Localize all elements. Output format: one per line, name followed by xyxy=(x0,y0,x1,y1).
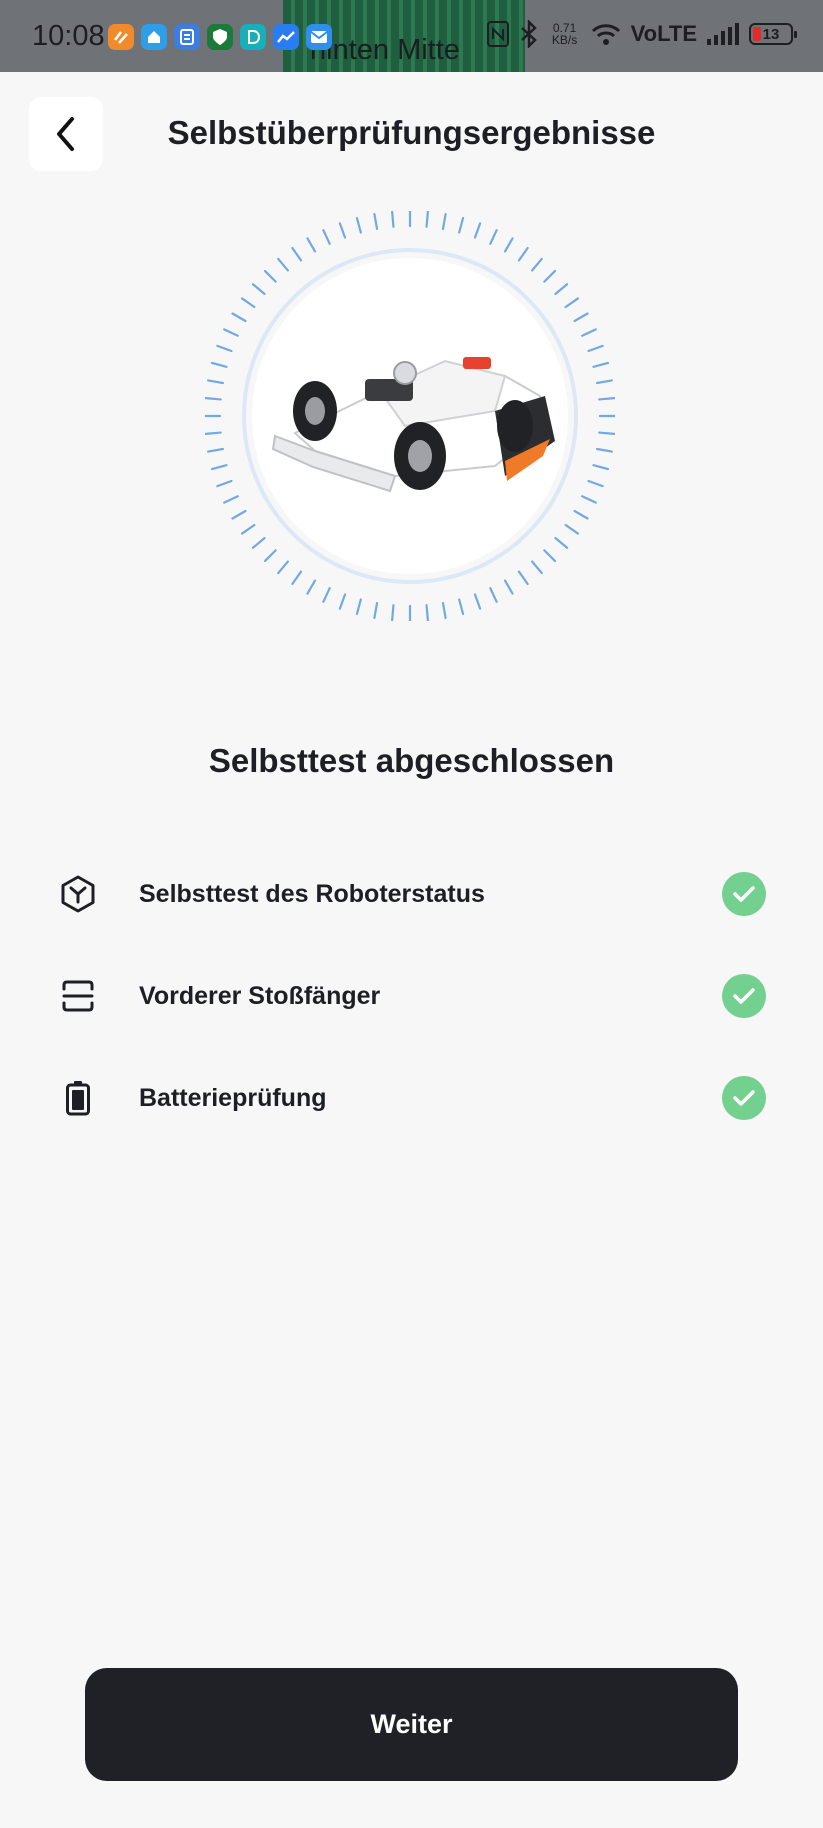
house-app-icon xyxy=(141,24,167,50)
status-background-text: hinten Mitte xyxy=(310,34,460,66)
robot-illustration xyxy=(205,211,615,621)
bumper-icon xyxy=(58,976,98,1016)
result-title: Selbsttest abgeschlossen xyxy=(208,742,615,779)
wifi-icon xyxy=(591,24,620,45)
battery-icon: 13 xyxy=(749,23,797,45)
battery-check-icon xyxy=(58,1078,98,1118)
chevron-left-icon xyxy=(57,117,74,151)
robot-lawnmower-image xyxy=(242,248,578,584)
d-app-icon xyxy=(240,24,266,50)
system-indicators: 0.71 KB/s VoLTE 13 xyxy=(486,20,797,48)
bluetooth-icon xyxy=(520,20,537,48)
notes-app-icon xyxy=(174,24,200,50)
page-title: Selbstüberprüfungsergebnisse xyxy=(167,114,656,151)
network-speed-unit: KB/s xyxy=(551,33,578,47)
status-time: 10:08 xyxy=(32,20,105,52)
notification-icons xyxy=(108,24,332,50)
network-speed: 0.71 KB/s xyxy=(549,22,581,46)
shield-app-icon xyxy=(207,24,233,50)
orange-app-icon xyxy=(108,24,134,50)
check-item-robot-status: Selbsttest des Roboterstatus xyxy=(0,862,823,922)
mail-app-icon xyxy=(306,24,332,50)
check-icon xyxy=(722,872,766,916)
check-icon xyxy=(722,974,766,1018)
nfc-icon xyxy=(486,21,509,47)
back-button[interactable] xyxy=(29,97,103,171)
check-label: Batterieprüfung xyxy=(139,1084,327,1112)
check-label: Selbsttest des Roboterstatus xyxy=(139,880,485,908)
check-label: Vorderer Stoßfänger xyxy=(139,982,381,1010)
check-item-front-bumper: Vorderer Stoßfänger xyxy=(0,964,823,1024)
signal-icon xyxy=(707,23,739,45)
battery-level: 13 xyxy=(762,25,780,43)
status-bar: hinten Mitte 10:08 0.71 KB/s VoLTE 13 xyxy=(0,0,823,72)
stocks-app-icon xyxy=(273,24,299,50)
check-icon xyxy=(722,1076,766,1120)
check-item-battery: Batterieprüfung xyxy=(0,1066,823,1126)
next-button[interactable]: Weiter xyxy=(85,1668,738,1781)
network-type-label: VoLTE xyxy=(630,21,697,46)
robot-status-icon xyxy=(58,874,98,914)
